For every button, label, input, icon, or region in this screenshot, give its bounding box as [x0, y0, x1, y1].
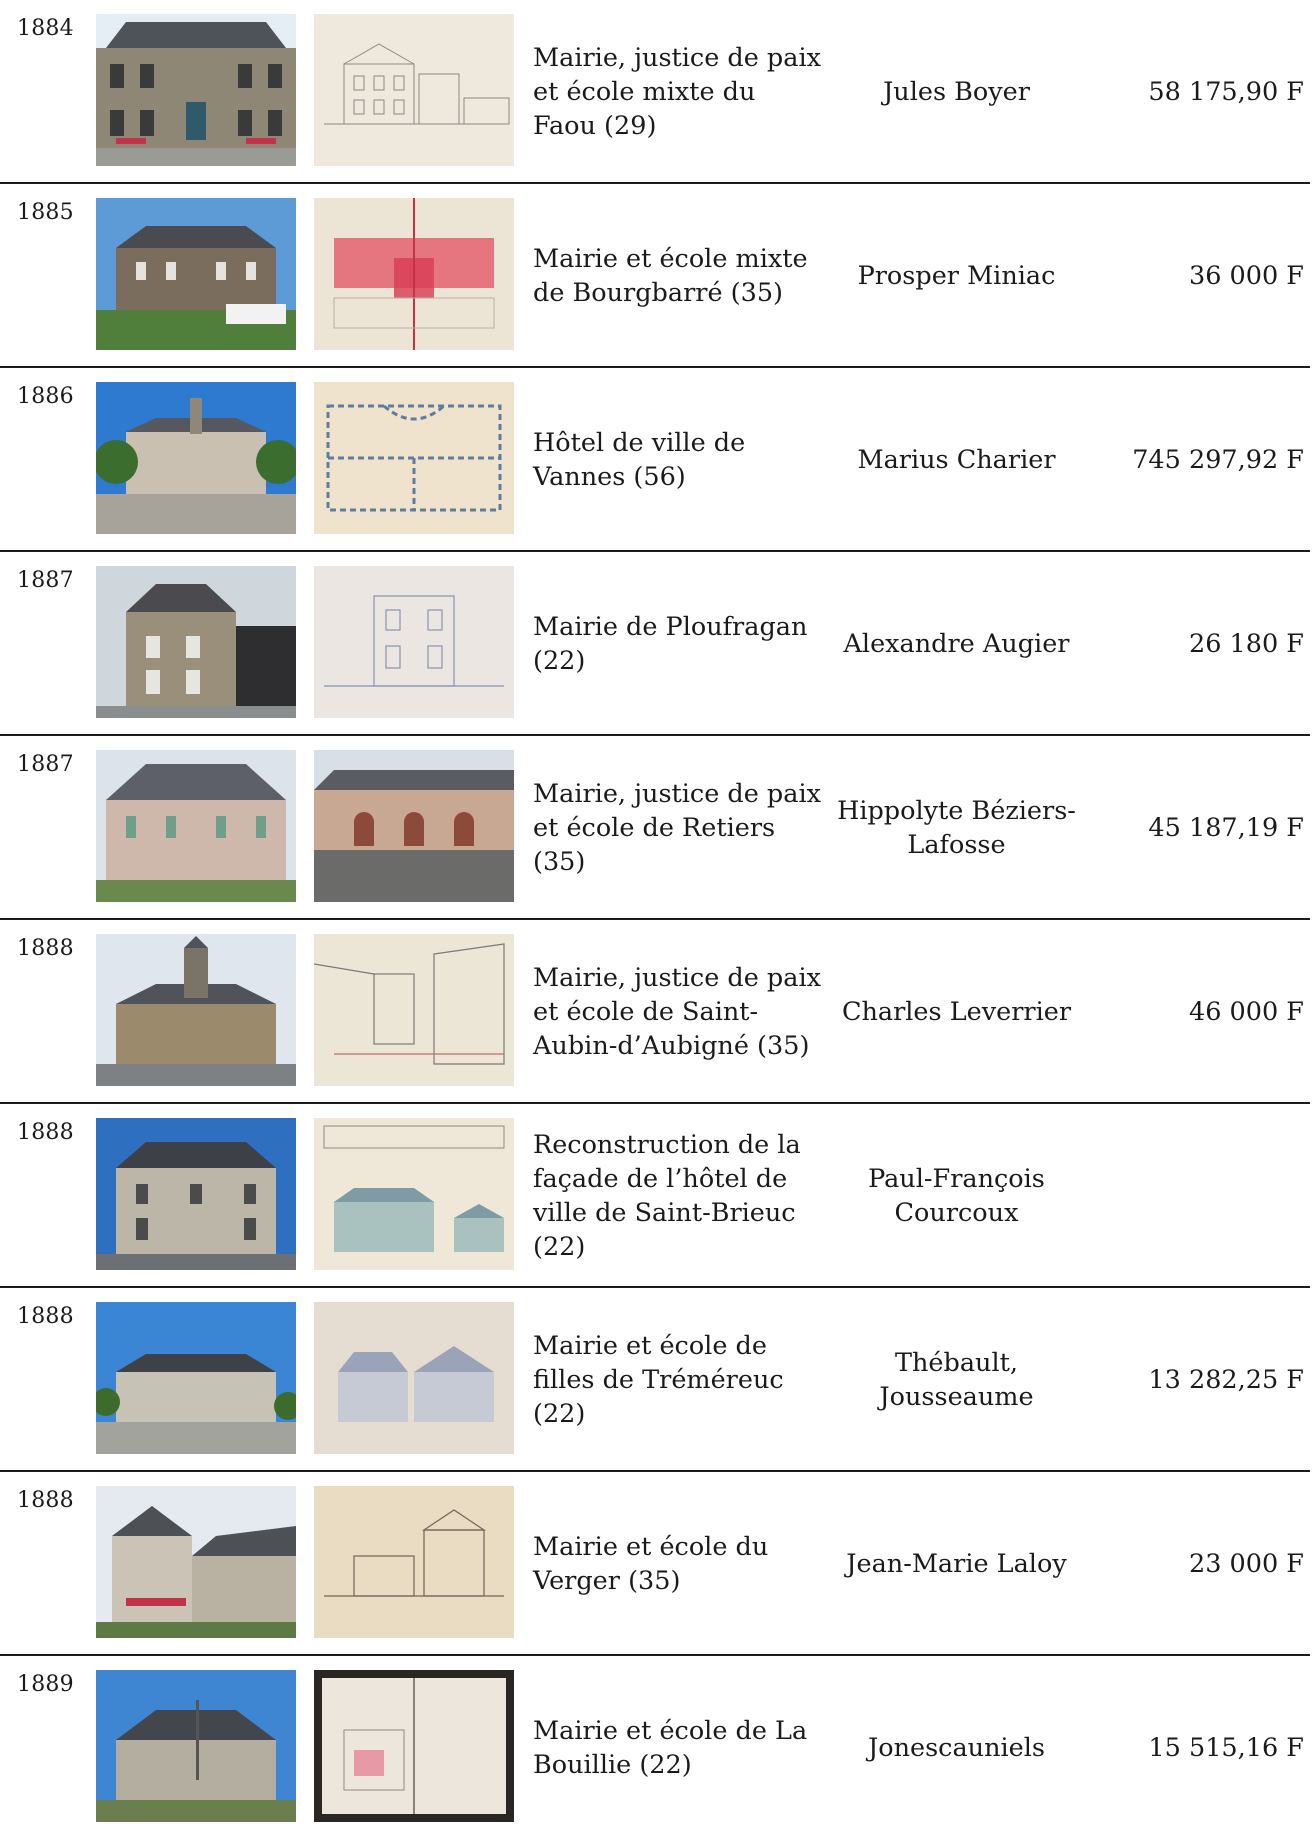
table-row: 1887 Mairie, justice de paix et école de… — [0, 736, 1316, 920]
building-photo-icon — [96, 1118, 296, 1270]
cost-cell: 15 515,16 F — [1148, 1733, 1304, 1763]
cost-cell: 26 180 F — [1188, 629, 1304, 659]
building-photo-icon — [96, 1670, 296, 1822]
description-cell: Mairie, justice de paix et école de Sain… — [533, 963, 821, 1061]
cost-cell: 45 187,19 F — [1148, 813, 1304, 843]
cost-cell: 46 000 F — [1188, 997, 1304, 1027]
architect-cell: Alexandre Augier — [843, 629, 1070, 659]
year-cell: 1889 — [17, 1672, 74, 1697]
table-row: 1889 Mairie et école de La Bouillie (22)… — [0, 1656, 1316, 1828]
table-row: 1886 Hôtel de ville de Vannes (56) Mariu… — [0, 368, 1316, 552]
mairies-table: 1884 Mairie, justice de paix et école mi… — [0, 0, 1316, 1828]
architect-cell: Jules Boyer — [883, 77, 1030, 107]
building-photo-icon — [96, 198, 296, 350]
cost-cell — [1090, 1104, 1304, 1288]
cost-cell: 36 000 F — [1188, 261, 1304, 291]
description-cell: Mairie et école du Verger (35) — [533, 1532, 769, 1596]
elevation-drawing-icon — [314, 1486, 514, 1638]
cost-cell: 23 000 F — [1188, 1549, 1304, 1579]
description-cell: Mairie, justice de paix et école de Reti… — [533, 779, 821, 877]
table-row: 1888 Mairie et école du Verger (35) Jean… — [0, 1472, 1316, 1656]
table-row: 1887 Mairie de Ploufragan (22) Alexandre… — [0, 552, 1316, 736]
architect-cell: Paul-François Courcoux — [868, 1164, 1045, 1228]
description-cell: Mairie et école mixte de Bourgbarré (35) — [533, 244, 808, 308]
architect-cell: Hippolyte Béziers-Lafosse — [837, 796, 1076, 860]
cost-cell: 58 175,90 F — [1148, 77, 1304, 107]
description-cell: Mairie et école de filles de Tréméreuc (… — [533, 1331, 784, 1429]
elevation-drawing-icon — [314, 1118, 514, 1270]
school-building-photo-icon — [314, 750, 514, 902]
floor-plan-icon — [314, 198, 514, 350]
description-cell: Reconstruction de la façade de l’hôtel d… — [533, 1130, 801, 1262]
elevation-drawing-icon — [314, 566, 514, 718]
building-photo-icon — [96, 1486, 296, 1638]
year-cell: 1887 — [17, 752, 74, 777]
description-cell: Mairie, justice de paix et école mixte d… — [533, 43, 821, 141]
architect-cell: Charles Leverrier — [841, 997, 1072, 1027]
year-cell: 1887 — [17, 568, 74, 593]
site-plan-icon — [314, 934, 514, 1086]
building-photo-icon — [96, 14, 296, 166]
building-photo-icon — [96, 382, 296, 534]
cost-cell: 745 297,92 F — [1132, 445, 1304, 475]
description-cell: Mairie de Ploufragan (22) — [533, 612, 808, 676]
description-cell: Hôtel de ville de Vannes (56) — [533, 428, 746, 492]
site-plan-icon — [314, 1670, 514, 1822]
year-cell: 1888 — [17, 1120, 74, 1145]
building-photo-icon — [96, 1302, 296, 1454]
building-photo-icon — [96, 566, 296, 718]
description-cell: Mairie et école de La Bouillie (22) — [533, 1716, 808, 1780]
table-row: 1888 Mairie, justice de paix et école de… — [0, 920, 1316, 1104]
cost-cell: 13 282,25 F — [1148, 1365, 1304, 1395]
architect-cell: Marius Charier — [857, 445, 1056, 475]
year-cell: 1888 — [17, 1304, 74, 1329]
table-row: 1888 Mairie et école de filles de Trémér… — [0, 1288, 1316, 1472]
year-cell: 1884 — [17, 16, 74, 41]
floor-plan-icon — [314, 382, 514, 534]
building-photo-icon — [96, 750, 296, 902]
table-row: 1885 Mairie et école mixte de Bourgbarré — [0, 184, 1316, 368]
year-cell: 1888 — [17, 1488, 74, 1513]
year-cell: 1886 — [17, 384, 74, 409]
table-row: 1888 Reconstruction de la façade de l’hô… — [0, 1104, 1316, 1288]
building-photo-icon — [96, 934, 296, 1086]
architect-cell: Prosper Miniac — [857, 261, 1056, 291]
elevation-drawing-icon — [314, 14, 514, 166]
year-cell: 1888 — [17, 936, 74, 961]
architect-cell: Thébault, Jousseaume — [879, 1348, 1034, 1412]
elevation-drawing-icon — [314, 1302, 514, 1454]
architect-cell: Jean-Marie Laloy — [846, 1549, 1067, 1579]
table-row: 1884 Mairie, justice de paix et école mi… — [0, 0, 1316, 184]
architect-cell: Jonescauniels — [868, 1733, 1045, 1763]
year-cell: 1885 — [17, 200, 74, 225]
